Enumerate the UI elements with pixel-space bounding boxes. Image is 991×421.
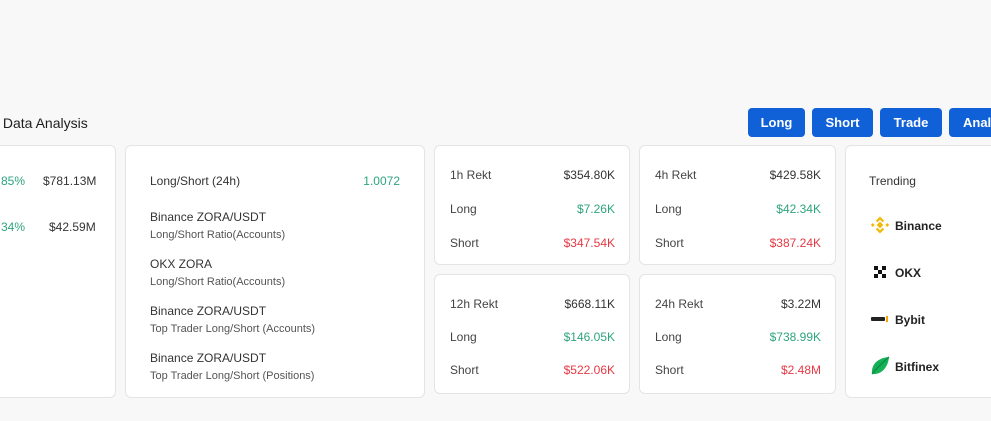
- long-label: Long: [450, 202, 477, 216]
- short-value: $387.24K: [769, 236, 821, 250]
- section-title: s Data Analysis: [0, 115, 88, 131]
- long-value: $738.99K: [769, 330, 821, 344]
- short-value: $522.06K: [563, 363, 615, 377]
- trending-card: Trending Binance OKX Bybit Bitfinex: [845, 145, 991, 398]
- pct-value: 85%: [1, 174, 26, 188]
- ratio-item-title: Binance ZORA/USDT: [150, 351, 267, 365]
- rekt-card-24h: 24h Rekt $3.22M Long $738.99K Short $2.4…: [639, 274, 836, 394]
- long-value: $42.34K: [776, 202, 821, 216]
- bitfinex-icon: [871, 356, 890, 375]
- long-short-ratio-card: Long/Short (24h) 1.0072 Binance ZORA/USD…: [125, 145, 425, 398]
- ratio-item-subtitle: Long/Short Ratio(Accounts): [150, 276, 286, 288]
- rekt-label: 4h Rekt: [655, 168, 697, 182]
- short-label: Short: [450, 363, 479, 377]
- rekt-total: $3.22M: [780, 297, 821, 311]
- short-label: Short: [655, 363, 684, 377]
- trending-title: Trending: [869, 174, 916, 188]
- long-button[interactable]: Long: [748, 108, 805, 137]
- short-label: Short: [450, 236, 479, 250]
- rekt-total: $668.11K: [564, 297, 616, 311]
- short-label: Short: [655, 236, 684, 250]
- rekt-card-4h: 4h Rekt $429.58K Long $42.34K Short $387…: [639, 145, 836, 265]
- exchange-name: Bitfinex: [895, 360, 940, 374]
- rekt-label: 24h Rekt: [655, 297, 704, 311]
- pct-value: 34%: [1, 220, 26, 234]
- short-button[interactable]: Short: [812, 108, 873, 137]
- ratio-label: Long/Short (24h): [150, 174, 241, 188]
- bybit-icon: [871, 316, 888, 322]
- exchange-name: Binance: [895, 219, 942, 233]
- rekt-label: 1h Rekt: [450, 168, 492, 182]
- ratio-value: 1.0072: [363, 174, 400, 188]
- rekt-label: 12h Rekt: [450, 297, 499, 311]
- exchange-name: Bybit: [895, 313, 925, 327]
- ratio-item-subtitle: Long/Short Ratio(Accounts): [150, 229, 286, 241]
- rekt-card-12h: 12h Rekt $668.11K Long $146.05K Short $5…: [434, 274, 630, 394]
- rekt-total: $354.80K: [563, 168, 615, 182]
- ratio-item-subtitle: Top Trader Long/Short (Positions): [150, 370, 315, 382]
- ratio-item-title: Binance ZORA/USDT: [150, 210, 267, 224]
- ratio-item-title: Binance ZORA/USDT: [150, 304, 267, 318]
- exchange-name: OKX: [895, 266, 922, 280]
- short-value: $347.54K: [563, 236, 615, 250]
- amount-value: $781.13M: [43, 174, 97, 188]
- trade-button[interactable]: Trade: [880, 108, 942, 137]
- long-value: $7.26K: [576, 202, 615, 216]
- ratio-item-subtitle: Top Trader Long/Short (Accounts): [150, 323, 316, 335]
- market-card: 85% $781.13M 34% $42.59M: [0, 145, 116, 398]
- short-value: $2.48M: [780, 363, 821, 377]
- long-label: Long: [450, 330, 477, 344]
- long-value: $146.05K: [563, 330, 615, 344]
- long-label: Long: [655, 330, 682, 344]
- rekt-card-1h: 1h Rekt $354.80K Long $7.26K Short $347.…: [434, 145, 630, 265]
- analysis-button[interactable]: Analy: [949, 108, 991, 137]
- ratio-item-title: OKX ZORA: [150, 257, 213, 271]
- okx-icon: [874, 266, 886, 278]
- amount-value: $42.59M: [49, 220, 96, 234]
- binance-icon: [870, 216, 890, 234]
- long-label: Long: [655, 202, 682, 216]
- rekt-total: $429.58K: [769, 168, 821, 182]
